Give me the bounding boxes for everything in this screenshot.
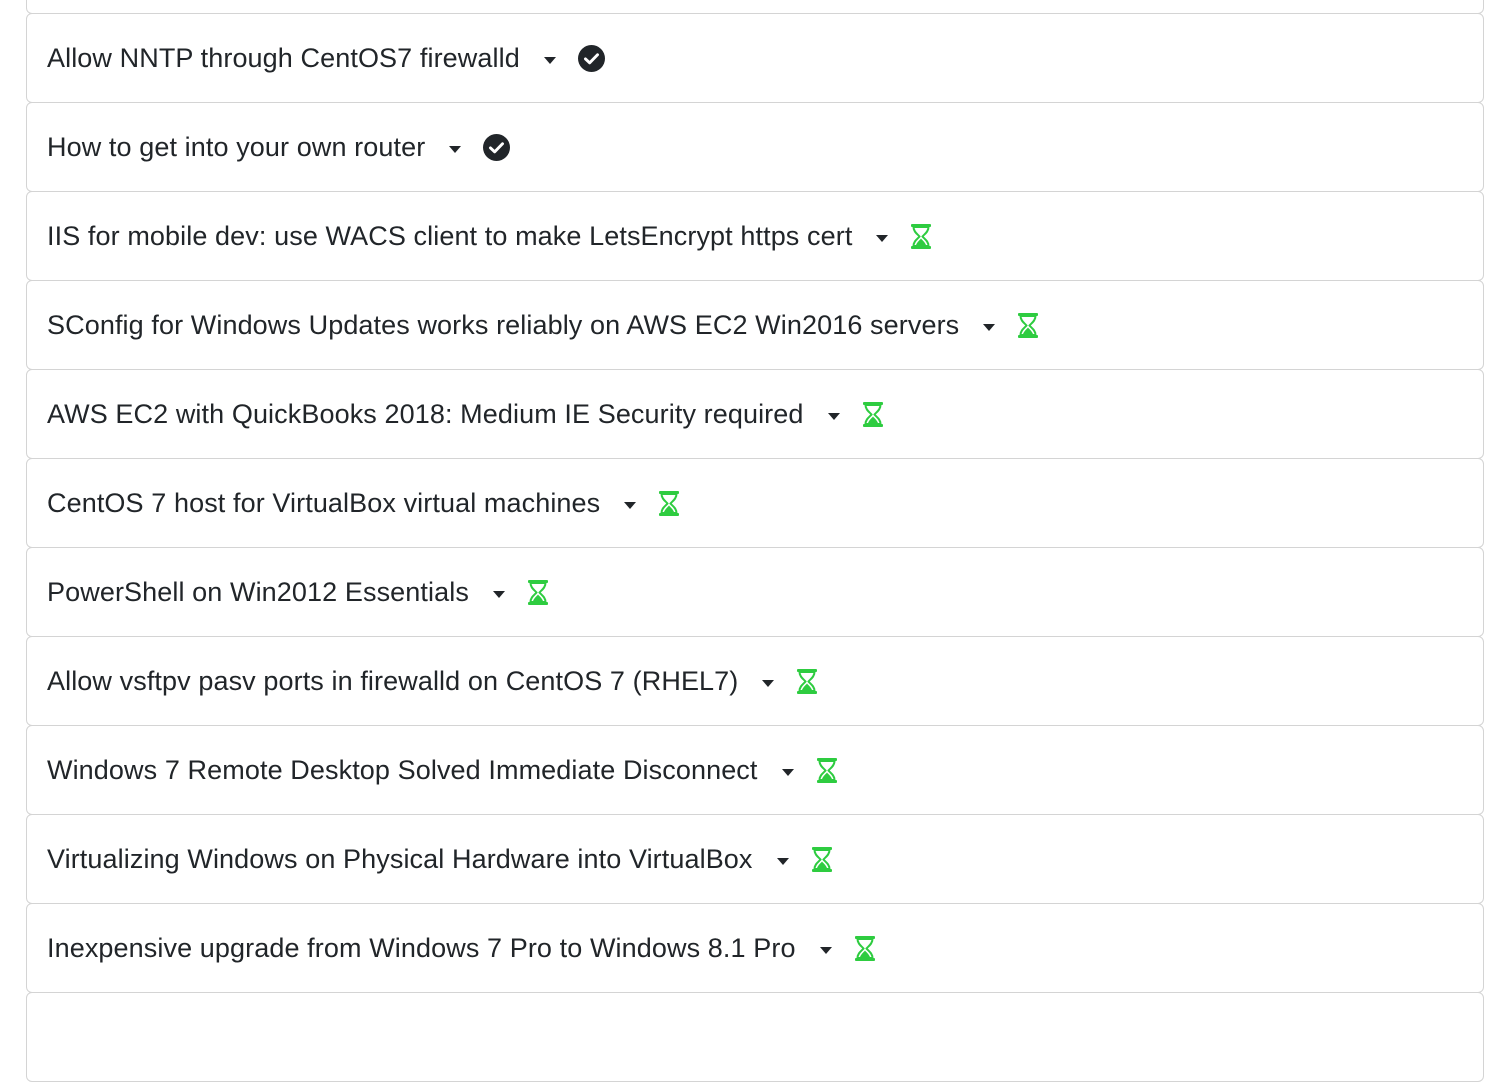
hourglass-icon: [910, 223, 932, 249]
hourglass-icon: [1017, 312, 1039, 338]
check-circle-icon: [483, 133, 511, 161]
chevron-down-icon[interactable]: [827, 412, 840, 420]
chevron-down-icon[interactable]: [983, 323, 996, 331]
chevron-down-icon[interactable]: [543, 56, 556, 64]
item-title[interactable]: IIS for mobile dev: use WACS client to m…: [47, 221, 852, 252]
list-item[interactable]: CentOS 7 host for VirtualBox virtual mac…: [26, 458, 1484, 548]
hourglass-icon: [816, 757, 838, 783]
hourglass-icon: [854, 935, 876, 961]
chevron-down-icon[interactable]: [876, 234, 889, 242]
item-title[interactable]: How to get into your own router: [47, 132, 425, 163]
item-title[interactable]: AWS EC2 with QuickBooks 2018: Medium IE …: [47, 399, 804, 430]
list-item: [26, 992, 1484, 1082]
check-circle-icon: [577, 44, 605, 72]
item-title[interactable]: Allow NNTP through CentOS7 firewalld: [47, 43, 520, 74]
post-list: Allow NNTP through CentOS7 firewalld How…: [26, 0, 1484, 1082]
list-item[interactable]: Allow vsftpv pasv ports in firewalld on …: [26, 636, 1484, 726]
list-item[interactable]: AWS EC2 with QuickBooks 2018: Medium IE …: [26, 369, 1484, 459]
chevron-down-icon[interactable]: [819, 946, 832, 954]
chevron-down-icon[interactable]: [449, 145, 462, 153]
list-item[interactable]: IIS for mobile dev: use WACS client to m…: [26, 191, 1484, 281]
list-item[interactable]: PowerShell on Win2012 Essentials: [26, 547, 1484, 637]
list-item[interactable]: SConfig for Windows Updates works reliab…: [26, 280, 1484, 370]
hourglass-icon: [658, 490, 680, 516]
list-item[interactable]: Windows 7 Remote Desktop Solved Immediat…: [26, 725, 1484, 815]
list-item: [26, 0, 1484, 14]
chevron-down-icon[interactable]: [776, 857, 789, 865]
chevron-down-icon[interactable]: [762, 679, 775, 687]
chevron-down-icon[interactable]: [624, 501, 637, 509]
list-item[interactable]: Allow NNTP through CentOS7 firewalld: [26, 13, 1484, 103]
item-title[interactable]: Virtualizing Windows on Physical Hardwar…: [47, 844, 753, 875]
item-title[interactable]: Inexpensive upgrade from Windows 7 Pro t…: [47, 933, 796, 964]
list-item[interactable]: Inexpensive upgrade from Windows 7 Pro t…: [26, 903, 1484, 993]
hourglass-icon: [811, 846, 833, 872]
list-item[interactable]: Virtualizing Windows on Physical Hardwar…: [26, 814, 1484, 904]
hourglass-icon: [527, 579, 549, 605]
chevron-down-icon[interactable]: [492, 590, 505, 598]
item-title[interactable]: Windows 7 Remote Desktop Solved Immediat…: [47, 755, 758, 786]
list-item[interactable]: How to get into your own router: [26, 102, 1484, 192]
item-title[interactable]: Allow vsftpv pasv ports in firewalld on …: [47, 666, 738, 697]
hourglass-icon: [862, 401, 884, 427]
item-title[interactable]: CentOS 7 host for VirtualBox virtual mac…: [47, 488, 600, 519]
hourglass-icon: [796, 668, 818, 694]
item-title[interactable]: PowerShell on Win2012 Essentials: [47, 577, 469, 608]
item-title[interactable]: SConfig for Windows Updates works reliab…: [47, 310, 959, 341]
chevron-down-icon[interactable]: [781, 768, 794, 776]
